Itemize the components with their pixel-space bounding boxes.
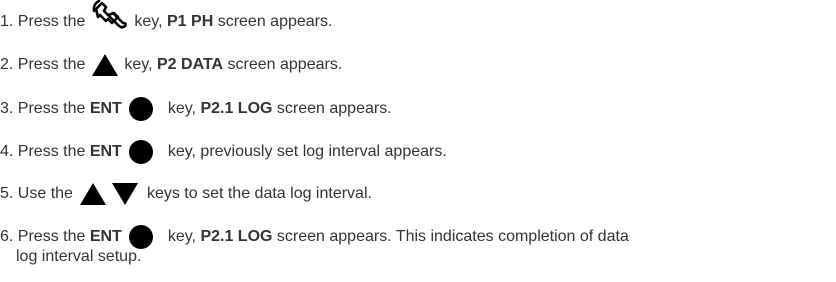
step-text: screen appears. xyxy=(213,13,333,30)
step-continuation: log interval setup. xyxy=(16,248,142,265)
filled-circle-icon xyxy=(128,225,153,249)
step-number: 4. xyxy=(0,143,18,160)
step-5: 5. Use the keys to set the data log inte… xyxy=(0,183,836,205)
step-6: 6. Press the ENT key, P2.1 LOG screen ap… xyxy=(0,225,836,267)
screen-name: P2.1 LOG xyxy=(200,228,273,245)
step-number: 5. xyxy=(0,185,18,202)
step-text: Press the xyxy=(17,143,90,160)
step-text: Press the xyxy=(17,13,86,30)
wrench-icon xyxy=(92,0,128,29)
step-3: 3. Press the ENT key, P2.1 LOG screen ap… xyxy=(0,97,836,121)
step-text: key, xyxy=(124,56,157,73)
filled-circle-icon xyxy=(128,140,153,164)
triangle-down-icon xyxy=(111,183,138,205)
step-text: key, xyxy=(134,13,167,30)
step-text: screen appears. xyxy=(223,56,343,73)
instruction-steps: 1. Press the key, P1 PH screen appears. … xyxy=(0,0,836,282)
step-text: screen appears. This indicates completio… xyxy=(272,228,629,245)
step-text: screen appears. xyxy=(272,100,392,117)
filled-circle-icon xyxy=(128,97,153,121)
screen-name: P2.1 LOG xyxy=(200,100,273,117)
triangle-up-icon xyxy=(79,183,106,205)
screen-name: P1 PH xyxy=(167,13,214,30)
key-label: ENT xyxy=(89,100,122,117)
step-text: Press the xyxy=(17,228,90,245)
step-2: 2. Press the key, P2 DATA screen appears… xyxy=(0,54,836,76)
step-number: 3. xyxy=(0,100,18,117)
key-label: ENT xyxy=(89,143,122,160)
step-4: 4. Press the ENT key, previously set log… xyxy=(0,140,836,164)
step-number: 1. xyxy=(0,13,18,30)
step-text: Use the xyxy=(17,185,73,202)
step-text: key, xyxy=(167,100,201,117)
step-text: key, previously set log interval appears… xyxy=(167,143,447,160)
step-text: Press the xyxy=(17,56,86,73)
key-label: ENT xyxy=(89,228,122,245)
step-number: 2. xyxy=(0,56,18,73)
screen-name: P2 DATA xyxy=(157,56,224,73)
step-text: key, xyxy=(167,228,201,245)
step-number: 6. xyxy=(0,228,18,245)
step-text: keys to set the data log interval. xyxy=(146,185,372,202)
triangle-up-icon xyxy=(92,54,119,76)
step-text: Press the xyxy=(17,100,90,117)
step-1: 1. Press the key, P1 PH screen appears. xyxy=(0,0,836,32)
